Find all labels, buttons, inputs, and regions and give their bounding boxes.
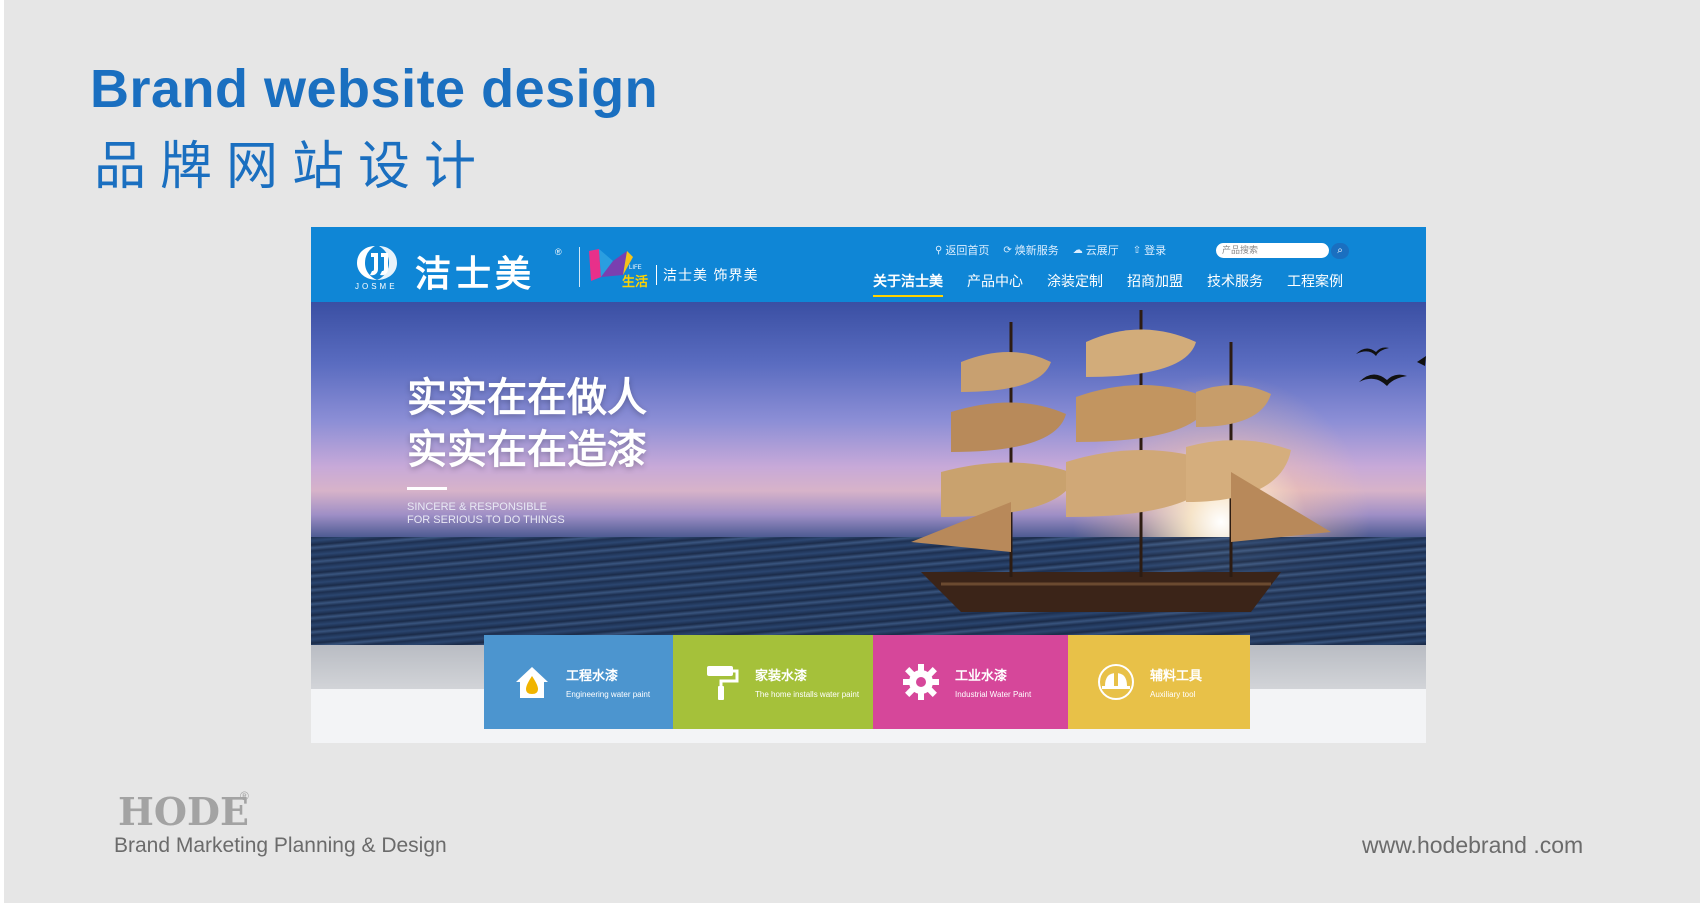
hero-title: 实实在在做人 实实在在造漆: [407, 372, 647, 476]
user-login-icon: ⇧: [1132, 244, 1142, 256]
life-label-cn: 生活: [622, 274, 649, 289]
category-title: 家装水漆: [755, 668, 808, 683]
hero-subtitle-line: FOR SERIOUS TO DO THINGS: [407, 514, 565, 526]
util-link-renew[interactable]: ⟳ 焕新服务: [1003, 242, 1058, 258]
category-subtitle: The home installs water paint: [755, 690, 860, 699]
nav-item-franchise[interactable]: 招商加盟: [1127, 271, 1183, 297]
util-link-label: 返回首页: [945, 245, 990, 257]
category-auxiliary-tools[interactable]: 辅料工具 Auxiliary tool: [1068, 635, 1250, 729]
nav-item-tech-service[interactable]: 技术服务: [1207, 271, 1263, 297]
hero-subtitle: SINCERE & RESPONSIBLE FOR SERIOUS TO DO …: [407, 501, 565, 527]
nav-item-products[interactable]: 产品中心: [967, 271, 1023, 297]
util-link-cloud[interactable]: ☁ 云展厅: [1073, 242, 1119, 258]
josme-logo-icon[interactable]: [351, 243, 403, 283]
house-drop-icon: [516, 667, 548, 698]
logo-name[interactable]: 洁士美: [415, 245, 535, 297]
util-link-label: 云展厅: [1085, 245, 1119, 257]
category-subtitle: Industrial Water Paint: [955, 690, 1032, 699]
util-link-login[interactable]: ⇧ 登录: [1133, 242, 1166, 258]
divider: [579, 247, 580, 287]
util-link-label: 登录: [1144, 245, 1167, 257]
category-home-paint[interactable]: 家装水漆 The home installs water paint: [673, 635, 873, 729]
search-input[interactable]: 产品搜索: [1216, 243, 1329, 258]
slide-edge: [0, 903, 1700, 907]
slide-title-cn: 品牌网站设计: [94, 138, 491, 196]
gear-icon: [903, 664, 939, 700]
category-title: 工业水漆: [955, 668, 1008, 683]
birds-image: [1356, 347, 1426, 386]
helmet-icon: [1098, 664, 1134, 700]
category-industrial-paint[interactable]: 工业水漆 Industrial Water Paint: [873, 635, 1068, 729]
category-engineering-paint[interactable]: 工程水漆 Engineering water paint: [484, 635, 673, 729]
category-row: 工程水漆 Engineering water paint 家装水漆 The ho…: [484, 635, 1250, 729]
hero-banner[interactable]: 实实在在做人 实实在在造漆 SINCERE & RESPONSIBLE FOR …: [311, 302, 1426, 645]
hero-subtitle-line: SINCERE & RESPONSIBLE: [407, 501, 547, 513]
location-pin-icon: ⚲: [935, 244, 943, 256]
nav-item-about[interactable]: 关于洁士美: [873, 271, 943, 297]
util-link-home[interactable]: ⚲ 返回首页: [935, 242, 989, 258]
logo-registered: ®: [555, 247, 562, 257]
main-nav: 关于洁士美 产品中心 涂装定制 招商加盟 技术服务 工程案例: [873, 271, 1367, 297]
hero-title-line: 实实在在做人: [407, 375, 647, 421]
website-mockup: JOSME 洁士美 ® LIFE 生活 洁士美 饰界美 ⚲ 返回首页 ⟳ 焕新服…: [311, 227, 1426, 743]
paint-roller-icon: [707, 666, 739, 700]
site-slogan: 洁士美 饰界美: [663, 268, 759, 284]
category-title: 辅料工具: [1150, 668, 1203, 683]
hero-title-line: 实实在在造漆: [407, 427, 647, 473]
hode-logo: HODE: [118, 789, 249, 834]
category-subtitle: Auxiliary tool: [1150, 690, 1196, 699]
footer-url: www.hodebrand .com: [1362, 832, 1584, 858]
category-subtitle: Engineering water paint: [566, 690, 651, 699]
hero-divider: [407, 487, 447, 490]
slide-title-en: Brand website design: [90, 59, 659, 119]
utility-bar: ⚲ 返回首页 ⟳ 焕新服务 ☁ 云展厅 ⇧ 登录: [935, 242, 1180, 258]
search-icon[interactable]: ⌕: [1331, 243, 1349, 259]
site-header: JOSME 洁士美 ® LIFE 生活 洁士美 饰界美 ⚲ 返回首页 ⟳ 焕新服…: [311, 227, 1426, 302]
hode-tagline: Brand Marketing Planning & Design: [114, 834, 447, 857]
slide-edge: [0, 0, 4, 907]
cloud-icon: ☁: [1072, 244, 1083, 256]
logo-subtitle: JOSME: [355, 282, 398, 291]
divider: [656, 265, 657, 285]
nav-item-custom-coating[interactable]: 涂装定制: [1047, 271, 1103, 297]
nav-item-cases[interactable]: 工程案例: [1287, 271, 1343, 297]
util-link-label: 焕新服务: [1014, 245, 1059, 257]
refresh-icon: ⟳: [1003, 244, 1012, 256]
sailing-ship-image: [911, 310, 1331, 612]
hode-registered: ®: [240, 789, 249, 803]
category-title: 工程水漆: [566, 668, 619, 683]
